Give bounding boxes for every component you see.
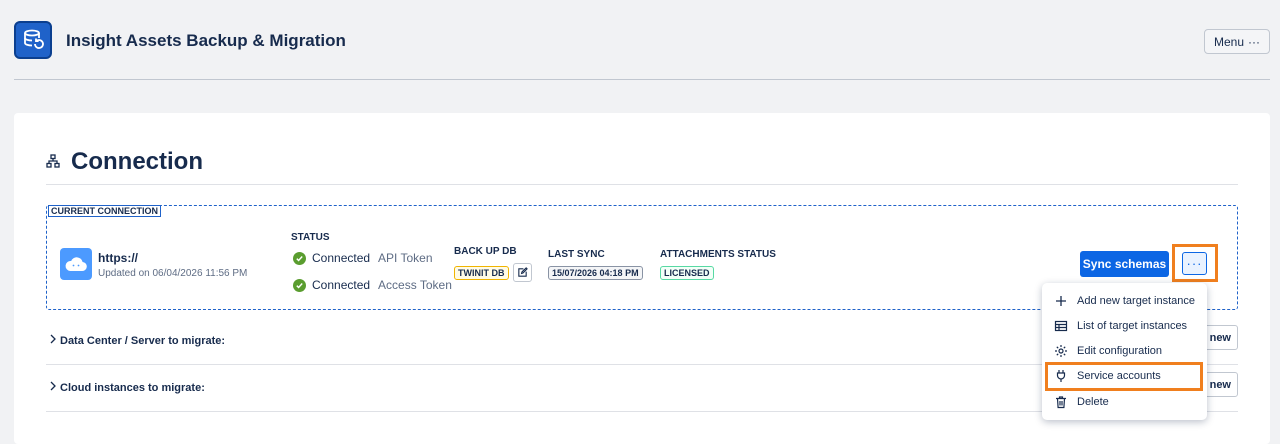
menu-item-label: Add new target instance	[1077, 295, 1196, 307]
gear-icon	[1055, 345, 1067, 357]
menu-item-edit-config[interactable]: Edit configuration	[1054, 343, 1162, 359]
expander-label: Data Center / Server to migrate:	[60, 334, 226, 347]
chevron-right-icon	[48, 334, 57, 347]
backup-db-header: BACK UP DB	[454, 246, 517, 257]
connection-updated: Updated on 06/04/2026 11:56 PM	[98, 268, 248, 279]
menu-item-label: Delete	[1077, 396, 1109, 408]
database-sync-icon	[14, 21, 52, 59]
table-icon	[1054, 320, 1068, 332]
status-value: Connected	[312, 278, 371, 292]
trash-icon	[1056, 396, 1066, 409]
edit-icon	[518, 267, 528, 277]
check-circle-icon	[293, 251, 306, 265]
connection-url: https://	[98, 251, 138, 265]
more-icon: ···	[1248, 34, 1261, 49]
menu-item-add-target[interactable]: Add new target instance	[1054, 293, 1195, 309]
expander-label: Cloud instances to migrate:	[60, 381, 205, 394]
last-sync-header: LAST SYNC	[548, 249, 605, 260]
edit-backup-db-button[interactable]	[513, 263, 532, 282]
backup-db-badge: TWINIT DB	[454, 266, 509, 280]
plus-icon	[1056, 296, 1066, 306]
menu-item-label: List of target instances	[1077, 320, 1188, 332]
current-connection-label: CURRENT CONNECTION	[48, 205, 161, 217]
menu-button-label: Menu	[1213, 34, 1245, 49]
menu-item-label: Edit configuration	[1077, 345, 1162, 357]
menu-item-delete[interactable]: Delete	[1054, 394, 1109, 410]
header-divider	[14, 79, 1270, 80]
attachments-header: ATTACHMENTS STATUS	[660, 249, 776, 260]
status-value: Connected	[312, 251, 371, 265]
cloud-icon	[60, 248, 92, 280]
status-header: STATUS	[291, 232, 330, 243]
section-title: Connection	[71, 148, 203, 175]
app-header: Insight Assets Backup & Migration Menu ·…	[0, 0, 1280, 80]
menu-item-list-targets[interactable]: List of target instances	[1054, 318, 1187, 334]
expander-label-row: Cloud instances to migrate:	[48, 381, 205, 394]
status-row-api-token: Connected API Token	[293, 251, 433, 265]
status-type: API Token	[378, 251, 433, 265]
status-type: Access Token	[378, 278, 452, 292]
attachments-badge: LICENSED	[660, 266, 714, 280]
app-title: Insight Assets Backup & Migration	[66, 31, 346, 50]
menu-button[interactable]: Menu ···	[1204, 29, 1270, 54]
section-divider	[46, 184, 1238, 185]
last-sync-badge: 15/07/2026 04:18 PM	[548, 266, 643, 280]
hierarchy-icon	[46, 154, 60, 173]
service-accounts-highlight	[1045, 362, 1203, 391]
expander-label-row: Data Center / Server to migrate:	[48, 334, 225, 347]
check-circle-icon	[293, 278, 306, 292]
actions-dropdown-menu: Add new target instance List of target i…	[1042, 283, 1207, 420]
chevron-right-icon	[48, 381, 57, 394]
sync-schemas-button[interactable]: Sync schemas	[1080, 251, 1169, 277]
more-actions-button[interactable]: ···	[1182, 252, 1207, 275]
status-row-access-token: Connected Access Token	[293, 278, 452, 292]
